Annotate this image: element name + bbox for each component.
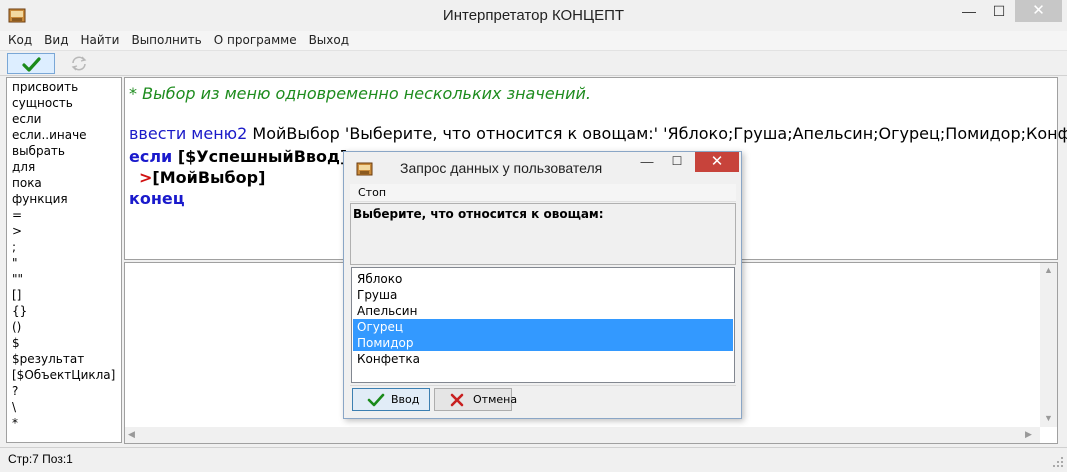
toolbar: [0, 50, 1067, 76]
dialog-maximize-button[interactable]: ☐: [664, 154, 690, 168]
code-text: [МойВыбор]: [152, 168, 266, 187]
keyword-end: конец: [129, 189, 185, 208]
palette-item[interactable]: функция: [12, 192, 68, 207]
palette-item[interactable]: выбрать: [12, 144, 65, 159]
list-item[interactable]: Груша: [353, 287, 733, 303]
palette-item[interactable]: []: [12, 288, 21, 303]
code-line-2: ввести меню2 МойВыбор 'Выберите, что отн…: [129, 124, 1067, 144]
close-button[interactable]: ✕: [1015, 0, 1062, 22]
code-line-3: если [$УспешныйВвод]: [129, 147, 347, 167]
palette-item[interactable]: "": [12, 272, 23, 287]
input-dialog: Запрос данных у пользователя — ☐ ✕ Стоп …: [343, 151, 742, 419]
list-item[interactable]: Яблоко: [353, 271, 733, 287]
scroll-down-icon[interactable]: ▼: [1040, 413, 1057, 423]
palette-item[interactable]: {}: [12, 304, 27, 319]
code-line-4: >[МойВыбор]: [139, 168, 265, 188]
vertical-scrollbar[interactable]: ▲ ▼: [1040, 263, 1057, 427]
palette-item[interactable]: >: [12, 224, 22, 239]
menu-stop[interactable]: Стоп: [358, 186, 386, 199]
cross-icon: [450, 393, 464, 407]
checkmark-icon: [22, 57, 41, 72]
minimize-button[interactable]: —: [955, 0, 983, 22]
dialog-minimize-button[interactable]: —: [634, 154, 660, 169]
cancel-button-label: Отмена: [473, 393, 518, 406]
palette-item[interactable]: если: [12, 112, 41, 127]
menu-exit[interactable]: Выход: [303, 31, 355, 50]
check-button[interactable]: [7, 53, 55, 74]
options-listbox[interactable]: Яблоко Груша Апельсин Огурец Помидор Кон…: [351, 267, 735, 383]
code-line-5: конец: [129, 189, 185, 209]
cancel-button[interactable]: Отмена: [434, 388, 517, 411]
list-item-selected[interactable]: Помидор: [353, 335, 733, 351]
dialog-button-bar: Ввод Отмена: [350, 385, 736, 413]
palette-item[interactable]: *: [12, 416, 18, 431]
output-operator: >: [139, 168, 153, 187]
enter-button[interactable]: Ввод: [352, 388, 430, 411]
palette-item[interactable]: (): [12, 320, 21, 335]
title-bar: Интерпретатор КОНЦЕПТ — ☐ ✕: [0, 0, 1067, 31]
palette-item[interactable]: [$ОбъектЦикла]: [12, 368, 115, 383]
palette-item[interactable]: =: [12, 208, 22, 223]
code-text: МойВыбор 'Выберите, что относится к овощ…: [247, 124, 1067, 143]
palette-item[interactable]: $: [12, 336, 20, 351]
palette-item[interactable]: если..иначе: [12, 128, 87, 143]
palette-item[interactable]: $результат: [12, 352, 84, 367]
status-position: Стр:7 Поз:1: [8, 452, 73, 466]
refresh-button[interactable]: [62, 53, 96, 74]
list-item-selected[interactable]: Огурец: [353, 319, 733, 335]
dialog-menu-bar: Стоп: [350, 184, 736, 202]
palette-item[interactable]: пока: [12, 176, 42, 191]
horizontal-scrollbar[interactable]: ◀ ▶: [125, 427, 1040, 443]
palette-item[interactable]: сущность: [12, 96, 73, 111]
window-title: Интерпретатор КОНЦЕПТ: [442, 7, 625, 24]
code-text: [$УспешныйВвод]: [172, 147, 348, 166]
checkmark-icon: [367, 393, 385, 407]
palette-item[interactable]: для: [12, 160, 35, 175]
palette-item[interactable]: ": [12, 256, 18, 271]
maximize-button[interactable]: ☐: [985, 0, 1013, 22]
refresh-icon: [71, 56, 87, 71]
palette-item[interactable]: ?: [12, 384, 18, 399]
dialog-close-button[interactable]: ✕: [695, 152, 739, 172]
menu-view[interactable]: Вид: [38, 31, 74, 50]
scroll-up-icon[interactable]: ▲: [1040, 265, 1057, 275]
keyword-if: если: [129, 147, 173, 166]
palette-item[interactable]: ;: [12, 240, 16, 255]
dialog-title: Запрос данных у пользователя: [400, 160, 603, 176]
scroll-left-icon[interactable]: ◀: [128, 429, 135, 440]
keyword-input-menu: ввести меню2: [129, 124, 248, 143]
scroll-right-icon[interactable]: ▶: [1025, 429, 1032, 440]
menu-find[interactable]: Найти: [75, 31, 126, 50]
prompt-text: Выберите, что относится к овощам:: [353, 207, 604, 221]
menu-bar: Код Вид Найти Выполнить О программе Выход: [0, 31, 1067, 50]
keyword-palette[interactable]: присвоить сущность если если..иначе выбр…: [6, 77, 122, 443]
list-item[interactable]: Апельсин: [353, 303, 733, 319]
status-bar: Стр:7 Поз:1: [0, 447, 1067, 472]
palette-item[interactable]: \: [12, 400, 16, 415]
list-item[interactable]: Конфетка: [353, 351, 733, 367]
menu-code[interactable]: Код: [0, 31, 38, 50]
palette-item[interactable]: присвоить: [12, 80, 78, 95]
prompt-area: Выберите, что относится к овощам:: [350, 203, 736, 265]
enter-button-label: Ввод: [391, 393, 420, 406]
resize-grip-icon[interactable]: [1052, 456, 1064, 468]
dialog-app-icon: [356, 160, 373, 177]
menu-about[interactable]: О программе: [208, 31, 303, 50]
menu-run[interactable]: Выполнить: [125, 31, 207, 50]
code-comment: * Выбор из меню одновременно нескольких …: [129, 84, 591, 103]
